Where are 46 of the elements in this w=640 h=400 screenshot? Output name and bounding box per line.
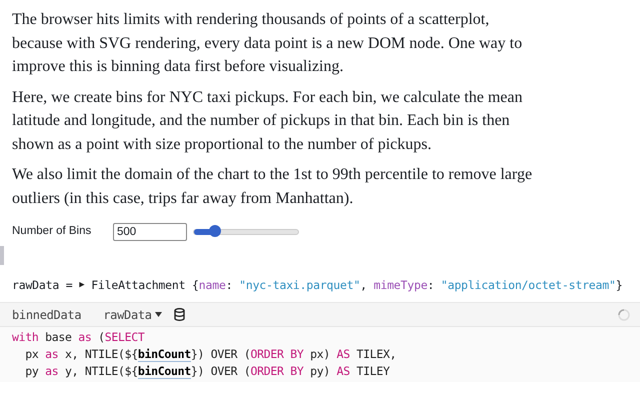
caret-icon	[154, 312, 162, 317]
code-text: (	[97, 330, 105, 344]
database-icon[interactable]	[174, 308, 185, 321]
code-keyword: with	[12, 330, 38, 344]
code-keyword: ORDER BY	[250, 364, 304, 378]
code-text: rawData =	[12, 277, 74, 294]
cell-marker	[0, 246, 4, 264]
code-text: px	[24, 347, 40, 361]
code-keyword: as	[45, 347, 58, 361]
number-field[interactable]: 500	[113, 223, 187, 241]
paragraph: The browser hits limits with rendering thousands of points of a scatterplot, because with SVG rendering, every data point is a new DOM node. One way to improve this is binning data first before visualizing.	[12, 10, 524, 77]
object-key: mimeType	[374, 277, 428, 295]
code-text: py	[24, 364, 40, 378]
code-text: x, NTILE(${	[64, 347, 138, 361]
code-keyword: AS	[336, 347, 350, 361]
code-text: ,	[360, 277, 368, 294]
code-keyword: AS	[336, 364, 350, 378]
code-text: }) OVER (	[190, 364, 250, 378]
code-text: TILEX,	[355, 347, 396, 361]
source-dropdown[interactable]: rawData	[103, 306, 162, 324]
cell-name: binnedData	[12, 306, 82, 324]
code-text: :	[226, 277, 234, 294]
code-text: py)	[309, 364, 331, 378]
loading-icon	[618, 308, 630, 320]
code-text: FileAttachment {	[90, 277, 199, 294]
code-variable: binCount	[138, 364, 191, 379]
object-key: name	[198, 277, 226, 295]
slider-thumb[interactable]	[208, 225, 221, 237]
object-string: "application/octet-stream"	[440, 277, 616, 294]
code-variable: binCount	[138, 347, 191, 362]
input-label: Number of Bins	[12, 224, 92, 240]
code-text: y, NTILE(${	[64, 364, 138, 378]
code-text: px)	[309, 347, 331, 361]
code-text: }) OVER (	[190, 347, 250, 361]
code-keyword: ORDER BY	[250, 347, 304, 361]
code-keyword: SELECT	[104, 330, 144, 344]
code-text: :	[427, 277, 436, 294]
code-text: base	[44, 330, 73, 344]
object-string: "nyc-taxi.parquet"	[239, 277, 360, 294]
code-text: }	[616, 277, 622, 294]
code-text: TILEY	[355, 364, 390, 378]
code-keyword: as	[45, 364, 58, 378]
paragraph: We also limit the domain of the chart to the 1st to 99th percentile to remove large outliers (in this case, trips far away from Manhattan).	[12, 165, 534, 208]
code-keyword: as	[78, 330, 92, 344]
paragraph: Here, we create bins for NYC taxi pickups. For each bin, we calculate the mean latitude and longitude, and the number of pickups in that bin. Each bin is then shown as a point with size proportional to the number of pickups.	[12, 88, 524, 154]
expand-toggle[interactable]: ▶	[79, 279, 84, 293]
